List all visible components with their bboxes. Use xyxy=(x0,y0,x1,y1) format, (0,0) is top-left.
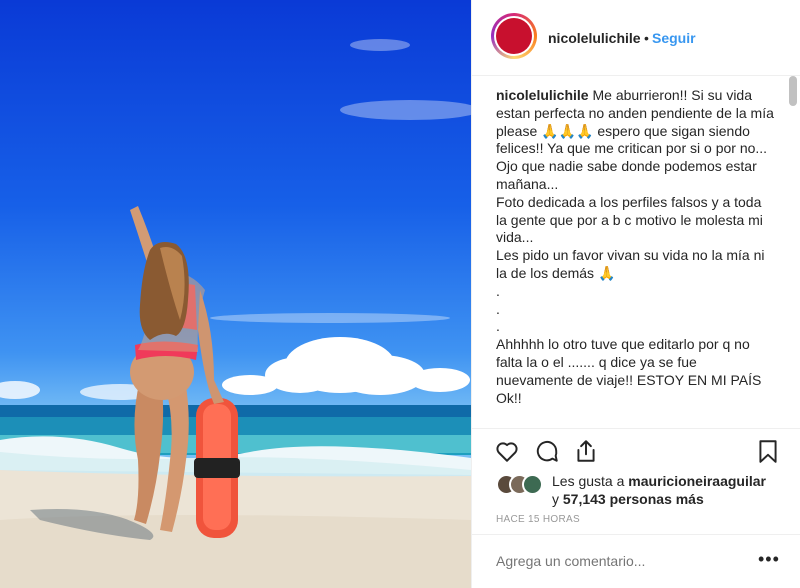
heart-icon[interactable] xyxy=(494,438,520,464)
scrollbar-thumb[interactable] xyxy=(789,76,797,106)
avatar-logo xyxy=(496,18,532,54)
likes-count-link[interactable]: 57,143 personas más xyxy=(563,491,704,507)
username-link[interactable]: nicolelulichile xyxy=(548,30,641,46)
comment-icon[interactable] xyxy=(534,438,560,464)
post-photo[interactable] xyxy=(0,0,471,588)
post-header: nicolelulichile • Seguir xyxy=(472,0,800,76)
post-timestamp[interactable]: HACE 15 HORAS xyxy=(496,514,580,525)
divider xyxy=(472,534,800,535)
avatar[interactable] xyxy=(491,13,537,59)
caption-scroll-area[interactable]: nicolelulichile Me aburrieron!! Si su vi… xyxy=(496,87,776,425)
post-details-panel: nicolelulichile • Seguir nicolelulichile… xyxy=(471,0,800,588)
bookmark-icon[interactable] xyxy=(755,438,781,464)
share-icon[interactable] xyxy=(573,438,599,464)
likes-summary: Les gusta a mauricioneiraaguilar y 57,14… xyxy=(496,470,786,510)
more-options-button[interactable]: ••• xyxy=(758,550,780,568)
comment-input[interactable] xyxy=(496,553,746,569)
follow-button[interactable]: Seguir xyxy=(652,30,696,46)
beach-scene xyxy=(0,39,471,588)
caption-scrollbar[interactable] xyxy=(789,76,797,428)
caption-text: Me aburrieron!! Si su vida estan perfect… xyxy=(496,87,774,406)
liker-avatar[interactable] xyxy=(522,474,543,495)
separator-dot: • xyxy=(644,30,649,46)
likes-and: y xyxy=(552,491,559,507)
caption: nicolelulichile Me aburrieron!! Si su vi… xyxy=(496,87,776,407)
liker-username-link[interactable]: mauricioneiraaguilar xyxy=(628,473,766,489)
caption-username[interactable]: nicolelulichile xyxy=(496,87,589,103)
likes-text: Les gusta a mauricioneiraaguilar y 57,14… xyxy=(552,472,766,508)
likes-prefix: Les gusta a xyxy=(552,473,625,489)
divider xyxy=(472,428,800,429)
avatar-image xyxy=(494,16,534,56)
